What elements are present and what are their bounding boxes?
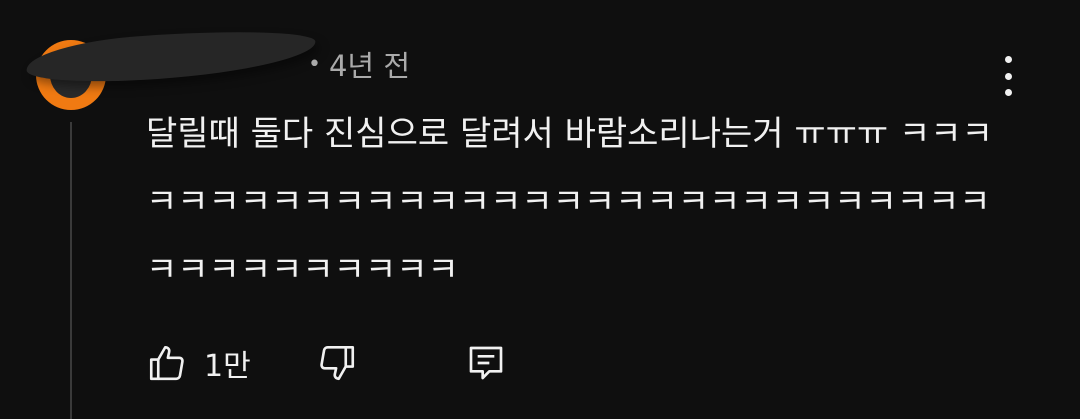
meta-separator: • bbox=[308, 51, 321, 77]
like-count: 1만 bbox=[204, 349, 251, 384]
comment-meta: • 4년 전 bbox=[300, 44, 410, 84]
reply-button[interactable] bbox=[466, 338, 506, 388]
thread-line bbox=[70, 122, 72, 419]
more-options-button[interactable] bbox=[990, 52, 1026, 100]
thumbs-down-icon bbox=[320, 345, 355, 381]
redacted-username bbox=[24, 23, 318, 89]
timestamp[interactable]: 4년 전 bbox=[329, 43, 410, 85]
comment-text: 달릴때 둘다 진심으로 달려서 바람소리나는거 ㅠㅠㅠ ㅋㅋㅋㅋㅋㅋㅋㅋㅋㅋㅋㅋ… bbox=[146, 114, 993, 290]
dislike-button[interactable] bbox=[316, 338, 358, 388]
thumbs-up-icon bbox=[149, 345, 184, 381]
reply-comment-icon bbox=[469, 346, 503, 380]
like-button[interactable]: 1만 bbox=[146, 338, 251, 388]
vertical-ellipsis-icon bbox=[1004, 56, 1012, 63]
comment-actions: 1만 bbox=[146, 338, 546, 388]
comment-card: • 4년 전 달릴때 둘다 진심으로 달려서 바람소리나는거 ㅠㅠㅠ ㅋㅋㅋㅋㅋ… bbox=[0, 0, 1080, 419]
